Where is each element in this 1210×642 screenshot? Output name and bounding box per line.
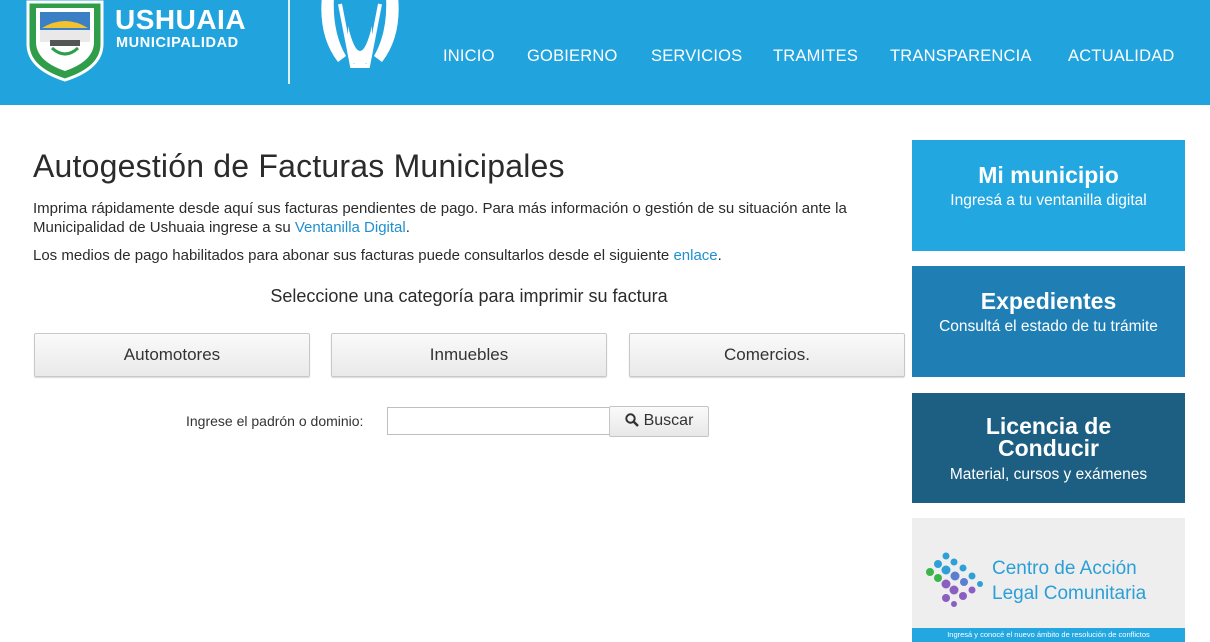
licencia-card[interactable]: Licencia de Conducir Material, cursos y … bbox=[912, 393, 1185, 503]
nav-inicio[interactable]: INICIO bbox=[443, 47, 495, 66]
card-subtitle: Material, cursos y exámenes bbox=[949, 466, 1148, 483]
search-button[interactable]: Buscar bbox=[609, 406, 709, 437]
category-inmuebles-button[interactable]: Inmuebles bbox=[331, 333, 607, 377]
site-header: USHUAIA MUNICIPALIDAD INICIO GOBIERNO SE… bbox=[0, 0, 1210, 105]
page-title: Autogestión de Facturas Municipales bbox=[33, 148, 565, 184]
emblem-icon bbox=[321, 0, 399, 68]
payment-text: Los medios de pago habilitados para abon… bbox=[33, 247, 674, 264]
nav-servicios[interactable]: SERVICIOS bbox=[651, 47, 742, 66]
intro-paragraph: Imprima rápidamente desde aquí sus factu… bbox=[33, 199, 893, 237]
payment-methods-link[interactable]: enlace bbox=[673, 247, 717, 264]
brand-title[interactable]: USHUAIA bbox=[115, 4, 246, 36]
category-automotores-button[interactable]: Automotores bbox=[34, 333, 310, 377]
padron-search-input[interactable] bbox=[387, 407, 615, 435]
card-title: Mi municipio bbox=[978, 162, 1119, 188]
mi-municipio-card[interactable]: Mi municipio Ingresá a tu ventanilla dig… bbox=[912, 140, 1185, 251]
calc-strip: Ingresá y conocé el nuevo ámbito de reso… bbox=[912, 628, 1185, 642]
card-title: Licencia de Conducir bbox=[985, 413, 1112, 461]
nav-transparencia[interactable]: TRANSPARENCIA bbox=[890, 47, 1032, 66]
intro-end: . bbox=[405, 219, 410, 236]
card-subtitle: Ingresá a tu ventanilla digital bbox=[950, 192, 1147, 209]
header-divider bbox=[288, 0, 290, 84]
category-prompt: Seleccione una categoría para imprimir s… bbox=[270, 286, 668, 306]
card-title: Expedientes bbox=[980, 288, 1117, 314]
ventanilla-digital-link[interactable]: Ventanilla Digital bbox=[295, 219, 406, 236]
calc-title-line2: Legal Comunitaria bbox=[992, 583, 1147, 604]
category-comercios-button[interactable]: Comercios. bbox=[629, 333, 905, 377]
search-label: Ingrese el padrón o dominio: bbox=[186, 413, 364, 429]
municipal-shield-icon[interactable] bbox=[22, 0, 108, 82]
calc-card[interactable]: Centro de Acción Legal Comunitaria Ingres… bbox=[912, 518, 1185, 642]
expedientes-card[interactable]: Expedientes Consultá el estado de tu trá… bbox=[912, 266, 1185, 377]
dots-logo-icon bbox=[926, 552, 983, 607]
card-subtitle: Consultá el estado de tu trámite bbox=[939, 318, 1158, 335]
calc-title: Centro de Acción Legal Comunitaria bbox=[992, 556, 1146, 606]
intro-text: Imprima rápidamente desde aquí sus factu… bbox=[33, 200, 847, 236]
nav-actualidad[interactable]: ACTUALIDAD bbox=[1068, 47, 1175, 66]
magnifier-icon bbox=[624, 413, 639, 427]
nav-tramites[interactable]: TRAMITES bbox=[773, 47, 858, 66]
calc-title-line1: Centro de Acción bbox=[992, 558, 1137, 579]
payment-paragraph: Los medios de pago habilitados para abon… bbox=[33, 246, 893, 265]
nav-gobierno[interactable]: GOBIERNO bbox=[527, 47, 618, 66]
brand-subtitle[interactable]: MUNICIPALIDAD bbox=[116, 35, 239, 51]
payment-end: . bbox=[717, 247, 722, 264]
search-button-label: Buscar bbox=[643, 412, 694, 429]
